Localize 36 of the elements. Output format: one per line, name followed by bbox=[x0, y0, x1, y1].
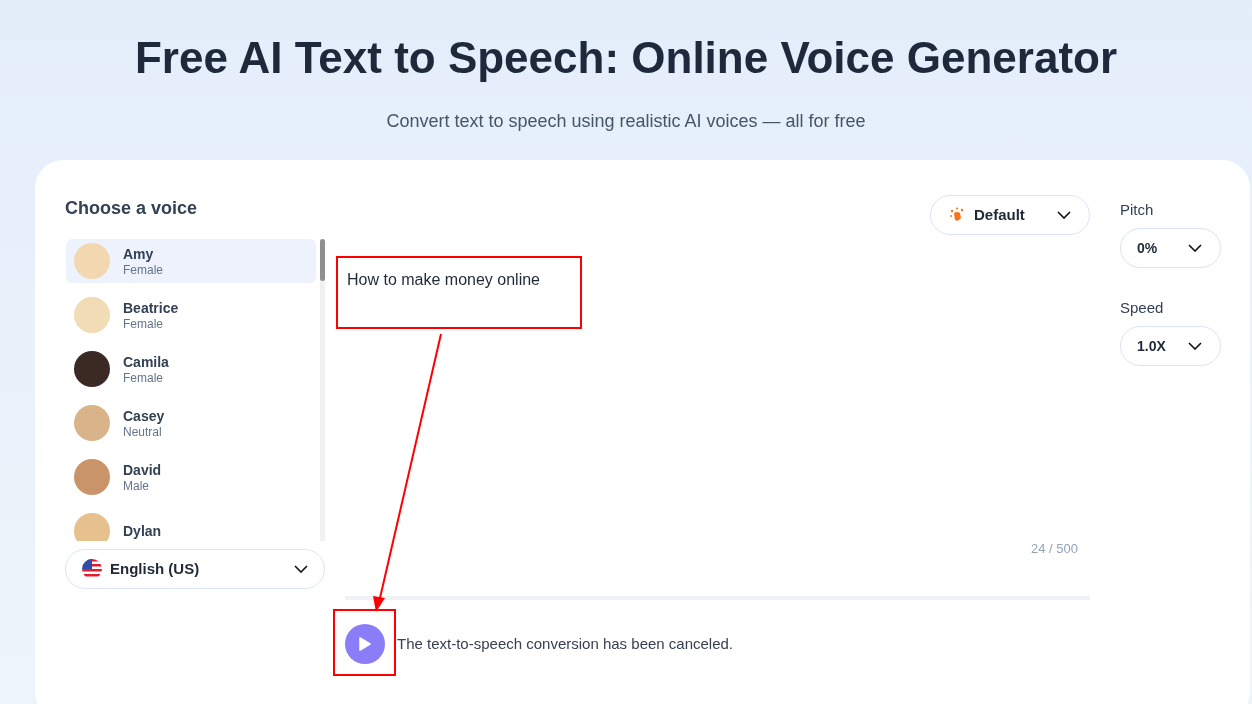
flag-icon bbox=[82, 559, 102, 579]
voice-gender: Female bbox=[123, 370, 164, 386]
avatar bbox=[74, 513, 110, 541]
sparkle-icon bbox=[949, 207, 965, 223]
text-input[interactable]: How to make money online 24 / 500 bbox=[345, 235, 1090, 590]
voice-name: Dylan bbox=[123, 522, 162, 540]
chevron-down-icon bbox=[1188, 342, 1202, 350]
chevron-down-icon bbox=[1057, 211, 1071, 219]
play-button[interactable] bbox=[345, 624, 385, 664]
pitch-label: Pitch bbox=[1120, 200, 1155, 220]
page-title: Free AI Text to Speech: Online Voice Generator bbox=[134, 32, 1118, 84]
voice-item[interactable]: Amy Female bbox=[66, 239, 316, 283]
voice-gender: Male bbox=[123, 478, 150, 494]
play-icon bbox=[359, 637, 371, 651]
avatar bbox=[74, 351, 110, 387]
page-subtitle: Convert text to speech using realistic AI voices — all for free bbox=[386, 110, 866, 133]
avatar bbox=[74, 405, 110, 441]
section-heading: Choose a voice bbox=[65, 197, 199, 220]
voice-gender: Female bbox=[123, 262, 163, 278]
voice-name: Amy bbox=[123, 244, 155, 263]
annotation-frame bbox=[333, 609, 396, 676]
voice-name: David bbox=[123, 460, 162, 479]
voice-name: Camila bbox=[123, 352, 169, 371]
avatar bbox=[74, 297, 110, 333]
chevron-down-icon bbox=[1188, 244, 1202, 252]
voice-gender: Female bbox=[123, 316, 164, 332]
chevron-down-icon bbox=[294, 565, 308, 573]
voice-name: Casey bbox=[123, 406, 165, 425]
voice-name: Beatrice bbox=[123, 298, 179, 317]
scrollbar[interactable] bbox=[320, 239, 325, 541]
status-message: The text-to-speech conversion has been canceled. bbox=[397, 633, 734, 654]
voice-gender: Neutral bbox=[123, 424, 163, 440]
avatar bbox=[74, 243, 110, 279]
avatar bbox=[74, 459, 110, 495]
speed-label: Speed bbox=[1120, 298, 1165, 318]
character-counter: 24 / 500 bbox=[1031, 539, 1078, 558]
